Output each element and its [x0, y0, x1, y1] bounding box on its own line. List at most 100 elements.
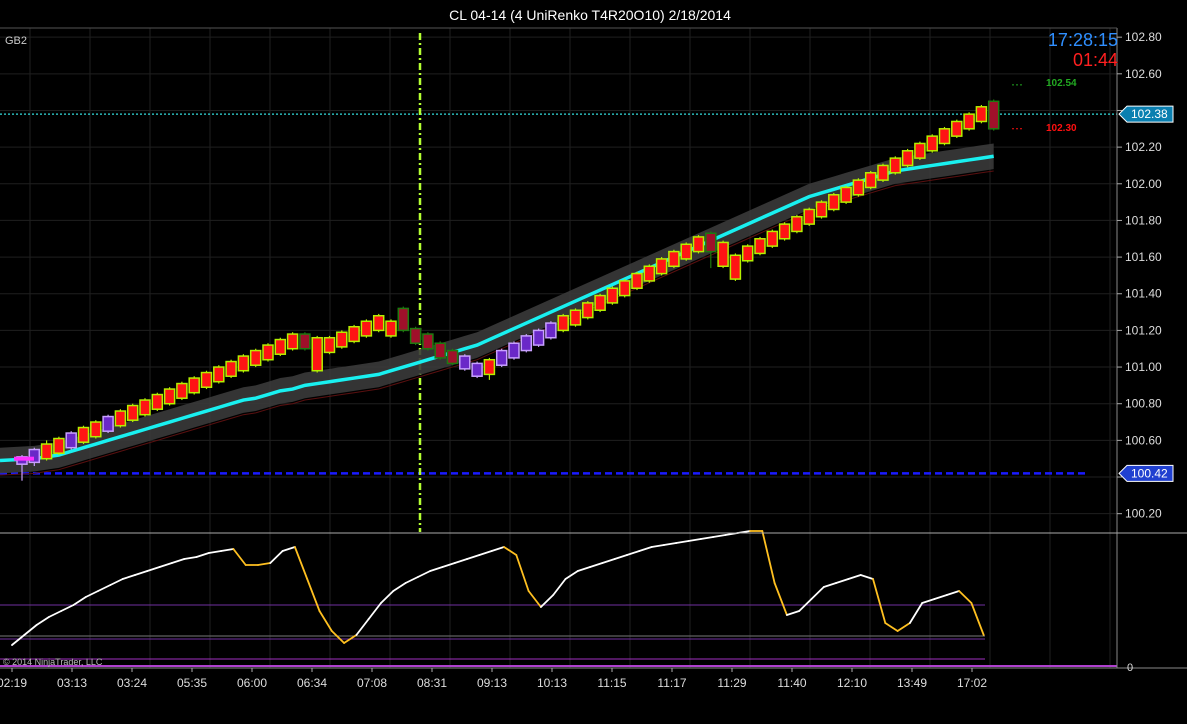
time-tick-label: 11:40 — [777, 676, 806, 690]
renko-bar — [139, 399, 151, 416]
grid — [0, 28, 1117, 668]
oscillator-segment — [257, 562, 272, 566]
time-tick-label: 17:02 — [957, 676, 987, 690]
renko-bar — [213, 366, 225, 383]
renko-bar — [274, 338, 287, 355]
oscillator-segment — [269, 550, 284, 564]
entry-marker — [14, 456, 34, 461]
oscillator-segment — [958, 590, 973, 604]
renko-bar — [397, 307, 410, 332]
renko-bar — [336, 331, 348, 348]
price-tick-label: 102.80 — [1125, 30, 1162, 44]
renko-bar — [791, 216, 803, 233]
oscillator-segment — [109, 578, 124, 586]
oscillator-segment — [896, 622, 911, 632]
oscillator-segment — [441, 562, 456, 568]
oscillator-segment — [72, 596, 87, 606]
oscillator-segment — [330, 630, 346, 644]
renko-bar — [987, 100, 1000, 130]
oscillator-segment — [183, 556, 198, 560]
oscillator-segment — [909, 602, 924, 624]
chart-frame — [0, 27, 1187, 669]
renko-bar — [877, 164, 889, 181]
lower-target-label: 102.30 — [1046, 123, 1077, 134]
renko-bar — [286, 333, 299, 350]
oscillator-segment — [392, 582, 407, 592]
oscillator-segment — [293, 546, 309, 580]
oscillator-segment — [232, 548, 247, 566]
time-tick-label: 06:34 — [297, 676, 327, 690]
oscillator-segment — [121, 574, 136, 580]
time-tick-label: 11:29 — [717, 676, 746, 690]
oscillator-segment — [416, 570, 432, 578]
price-tick-label: 101.40 — [1125, 287, 1162, 301]
price-axis[interactable]: 102.80102.60102.40102.20102.00101.80101.… — [1117, 30, 1174, 674]
renko-bar — [680, 243, 692, 260]
oscillator-segment — [97, 584, 112, 592]
oscillator-segment — [859, 574, 874, 580]
time-axis[interactable]: 02:19 03:13 03:24 05:35 06:00 06:34 07:08 08:31… — [0, 668, 987, 690]
renko-bar — [889, 157, 902, 174]
price-tick-label: 101.80 — [1125, 213, 1162, 227]
oscillator-segment — [429, 566, 444, 572]
bar-countdown: 01:44 — [1073, 50, 1118, 70]
oscillator-segment — [515, 554, 530, 592]
oscillator-segment — [589, 562, 604, 568]
oscillator-segment — [933, 594, 948, 600]
renko-bar — [741, 245, 754, 262]
oscillator-segment — [466, 554, 481, 560]
oscillator-segment — [453, 558, 469, 564]
copyright-text: © 2014 NinjaTrader, LLC — [3, 657, 103, 667]
renko-bar — [606, 287, 619, 304]
renko-bar — [668, 250, 680, 268]
oscillator-segment — [675, 540, 690, 544]
time-tick-label: 11:17 — [657, 676, 686, 690]
renko-bar — [594, 294, 606, 311]
time-tick-label: 03:24 — [117, 676, 147, 690]
renko-bar — [459, 355, 471, 370]
lower-level-tag: 100.42 — [1131, 466, 1168, 480]
renko-bar — [705, 232, 717, 253]
oscillator-segment — [822, 582, 837, 588]
renko-bar — [200, 371, 213, 388]
oscillator-segment — [195, 552, 210, 558]
oscillator-segment — [810, 586, 825, 600]
oscillator-segment — [134, 570, 149, 576]
renko-bar — [508, 342, 520, 359]
oscillator-segment — [281, 546, 296, 552]
price-tick-label: 102.00 — [1125, 177, 1162, 191]
renko-bar — [914, 142, 926, 159]
renko-bar — [90, 421, 102, 438]
oscillator-segment — [380, 590, 395, 604]
renko-bar — [40, 443, 53, 460]
renko-bar — [495, 349, 508, 366]
renko-bar — [237, 355, 250, 372]
renko-bar — [385, 320, 397, 337]
renko-bar — [114, 410, 127, 427]
renko-bar — [409, 327, 422, 344]
renko-bar — [951, 120, 963, 137]
oscillator-segment — [564, 570, 579, 580]
oscillator-segment — [84, 590, 99, 598]
price-tick-label: 100.20 — [1125, 507, 1162, 521]
renko-bar — [299, 333, 311, 350]
panel-label: GB2 — [5, 35, 27, 47]
renko-bar — [926, 135, 938, 152]
oscillator-segment — [847, 574, 862, 580]
renko-bar — [360, 320, 373, 337]
time-tick-label: 06:00 — [237, 676, 267, 690]
renko-bar — [901, 150, 914, 167]
renko-bar — [828, 194, 840, 211]
price-tick-label: 102.60 — [1125, 67, 1162, 81]
oscillator-segment — [478, 550, 493, 556]
oscillator-segment — [970, 602, 985, 636]
renko-bar — [557, 314, 569, 332]
renko-bar — [778, 223, 791, 240]
price-tick-label: 101.20 — [1125, 323, 1162, 337]
renko-bar — [249, 349, 262, 366]
chart-canvas[interactable]: 102.80102.60102.40102.20102.00101.80101.… — [0, 0, 1187, 724]
upper-target-label: 102.54 — [1046, 78, 1077, 89]
renko-bar — [483, 358, 496, 376]
time-tick-label: 10:13 — [537, 676, 567, 690]
price-level-lines — [0, 33, 1117, 532]
